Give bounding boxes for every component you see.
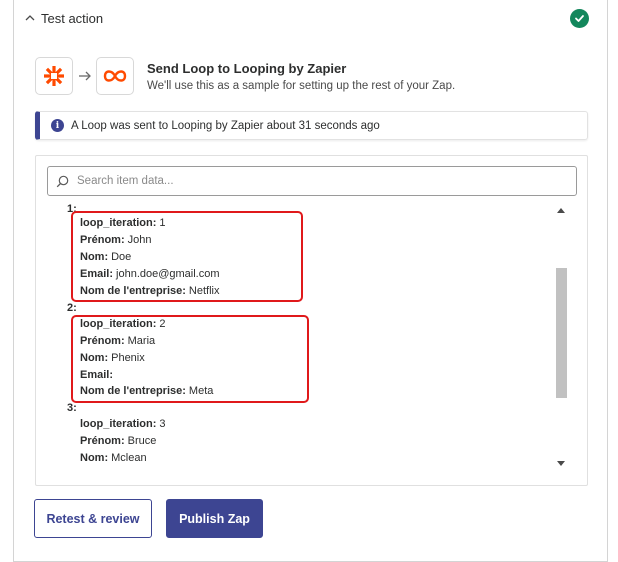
scrollbar[interactable] <box>554 204 568 470</box>
scroll-up-arrow-icon[interactable] <box>557 208 565 213</box>
highlight-box <box>71 211 303 302</box>
test-action-panel: Test action Send Loop to Looping by Zapi… <box>13 0 608 562</box>
zapier-asterisk-icon <box>44 66 64 86</box>
step-header[interactable]: Test action <box>14 0 607 36</box>
scroll-thumb[interactable] <box>556 268 567 398</box>
chevron-up-icon[interactable] <box>23 11 37 25</box>
item-index: 2: <box>67 302 77 314</box>
info-banner-text: A Loop was sent to Looping by Zapier abo… <box>71 119 380 132</box>
success-check-icon <box>570 9 589 28</box>
item-data-box: 1: loop_iteration:1 Prénom:John Nom:Doe … <box>35 155 588 486</box>
zapier-app-icon <box>35 57 73 95</box>
info-banner: i A Loop was sent to Looping by Zapier a… <box>35 111 588 140</box>
search-box[interactable] <box>47 166 577 196</box>
scroll-down-arrow-icon[interactable] <box>557 461 565 466</box>
highlight-box <box>71 315 309 403</box>
looping-app-icon <box>96 57 134 95</box>
info-icon: i <box>51 119 64 132</box>
arrow-right-icon <box>79 71 91 81</box>
publish-zap-button[interactable]: Publish Zap <box>166 499 263 538</box>
field-row: Nom: Mclean <box>80 452 147 464</box>
retest-review-button[interactable]: Retest & review <box>34 499 152 538</box>
step-title: Test action <box>41 10 104 26</box>
action-subtitle: We'll use this as a sample for setting u… <box>147 80 456 92</box>
search-icon <box>56 175 69 187</box>
item-data-list[interactable]: 1: loop_iteration: 1 Prénom: John Nom: Doe … <box>36 200 556 470</box>
action-title: Send Loop to Looping by Zapier <box>147 61 347 76</box>
field-row: Prénom: Bruce <box>80 435 157 447</box>
field-row: loop_iteration: 3 <box>80 418 166 430</box>
item-index: 3: <box>67 402 77 414</box>
looping-infinity-icon <box>103 70 127 82</box>
search-input[interactable] <box>75 174 559 188</box>
